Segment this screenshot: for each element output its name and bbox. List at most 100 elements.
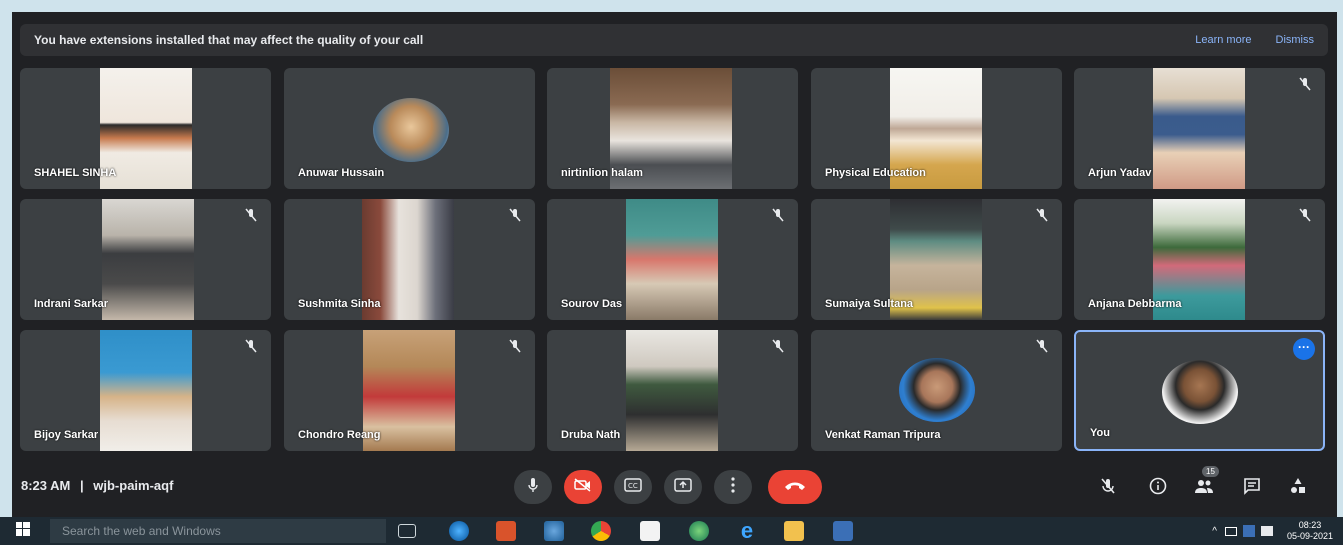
participant-name: Physical Education (825, 167, 926, 179)
participant-name: SHAHEL SINHA (34, 167, 117, 179)
participant-tile[interactable]: Druba Nath (547, 330, 798, 451)
mic-off-icon (1034, 207, 1050, 223)
mute-all-button[interactable] (1094, 474, 1122, 502)
participant-tile[interactable]: Arjun Yadav (1074, 68, 1325, 189)
meeting-details: 8:23 AM | wjb-paim-aqf (21, 478, 173, 493)
chrome-icon[interactable] (591, 521, 611, 541)
battery-icon[interactable] (1224, 526, 1237, 536)
more-options-icon[interactable]: ··· (1293, 338, 1315, 360)
start-button[interactable] (0, 517, 46, 545)
participant-tile[interactable]: Venkat Raman Tripura (811, 330, 1062, 451)
participant-avatar (373, 98, 449, 162)
activities-button[interactable] (1284, 474, 1312, 502)
participant-tile[interactable]: Sumaiya Sultana (811, 199, 1062, 320)
meeting-code: wjb-paim-aqf (93, 478, 174, 493)
mic-off-icon (507, 207, 523, 223)
mic-off-icon (1099, 477, 1117, 500)
file-explorer-icon[interactable] (784, 521, 804, 541)
clock-date: 05-09-2021 (1286, 531, 1333, 541)
app-icon[interactable] (449, 521, 469, 541)
system-tray: ^ 08:23 05-09-2021 (1212, 517, 1343, 545)
more-options-button[interactable] (714, 470, 752, 504)
dismiss-link[interactable]: Dismiss (1276, 34, 1315, 46)
participant-name: Anuwar Hussain (298, 167, 385, 179)
mic-off-icon (770, 207, 786, 223)
self-avatar (1162, 360, 1238, 424)
people-button[interactable]: 15 (1190, 466, 1219, 502)
screen: You have extensions installed that may a… (0, 0, 1343, 545)
participant-tile[interactable]: Chondro Reang (284, 330, 535, 451)
microphone-button[interactable] (514, 470, 552, 504)
meeting-separator: | (80, 478, 84, 493)
participant-name: Sourov Das (561, 298, 623, 310)
participant-name: Arjun Yadav (1088, 167, 1152, 179)
participant-name: Chondro Reang (298, 429, 381, 441)
taskbar-app-icon[interactable] (833, 521, 853, 541)
participant-video (100, 330, 192, 451)
learn-more-link[interactable]: Learn more (1195, 34, 1251, 46)
mic-off-icon (770, 338, 786, 354)
chevron-up-icon[interactable]: ^ (1212, 526, 1217, 537)
end-call-icon (784, 478, 806, 496)
present-button[interactable] (664, 470, 702, 504)
self-name: You (1090, 427, 1110, 439)
vertical-dots-icon (731, 476, 735, 498)
edge-icon[interactable]: e (737, 520, 757, 542)
participant-name: Indrani Sarkar (34, 298, 108, 310)
clock-time: 08:23 (1298, 520, 1322, 530)
participant-tile[interactable]: Sourov Das (547, 199, 798, 320)
mic-off-icon (243, 338, 259, 354)
captions-icon: CC (624, 477, 642, 497)
participant-video (626, 199, 718, 320)
participant-tile[interactable]: Sushmita Sinha (284, 199, 535, 320)
info-icon (1149, 477, 1167, 500)
store-icon[interactable] (640, 521, 660, 541)
present-screen-icon (674, 477, 692, 497)
notification-icon[interactable] (1260, 526, 1273, 536)
windows-logo-icon (16, 521, 30, 541)
participant-tile[interactable]: nirtinlion halam (547, 68, 798, 189)
participant-name: Anjana Debbarma (1088, 298, 1182, 310)
participant-name: Bijoy Sarkar (34, 429, 99, 441)
mic-off-icon (243, 207, 259, 223)
search-app-icon[interactable] (544, 521, 564, 541)
leave-call-button[interactable] (768, 470, 822, 504)
network-icon[interactable] (1242, 525, 1255, 537)
chat-button[interactable] (1238, 474, 1266, 502)
mic-off-icon (1034, 338, 1050, 354)
extensions-banner: You have extensions installed that may a… (20, 24, 1328, 56)
meeting-details-button[interactable] (1144, 474, 1172, 502)
control-bar: 8:23 AM | wjb-paim-aqf CC 15 (12, 464, 1337, 516)
camera-off-button[interactable] (564, 470, 602, 504)
participant-tile[interactable]: Bijoy Sarkar (20, 330, 271, 451)
participant-name: Venkat Raman Tripura (825, 429, 941, 441)
taskbar-search[interactable]: Search the web and Windows (50, 519, 386, 543)
meet-window: You have extensions installed that may a… (12, 12, 1337, 517)
participant-tile[interactable]: SHAHEL SINHA (20, 68, 271, 189)
mic-off-icon (507, 338, 523, 354)
media-player-icon[interactable] (689, 521, 709, 541)
svg-text:CC: CC (628, 482, 638, 490)
participant-avatar (899, 358, 975, 422)
powerpoint-icon[interactable] (496, 521, 516, 541)
people-icon (1194, 478, 1214, 499)
meeting-time: 8:23 AM (21, 478, 71, 493)
participant-tile[interactable]: Physical Education (811, 68, 1062, 189)
mic-off-icon (1297, 207, 1313, 223)
people-count-badge: 15 (1202, 466, 1219, 477)
participant-name: nirtinlion halam (561, 167, 643, 179)
participant-tile[interactable]: Anuwar Hussain (284, 68, 535, 189)
banner-message: You have extensions installed that may a… (34, 33, 424, 47)
captions-button[interactable]: CC (614, 470, 652, 504)
task-view-icon[interactable] (398, 524, 416, 538)
participant-name: Druba Nath (561, 429, 621, 441)
camera-off-icon (574, 477, 592, 497)
participant-tile[interactable]: Anjana Debbarma (1074, 199, 1325, 320)
participant-video (1153, 68, 1245, 189)
participant-tile[interactable]: Indrani Sarkar (20, 199, 271, 320)
participant-video (102, 199, 194, 320)
self-tile[interactable]: ··· You (1074, 330, 1325, 451)
participant-name: Sushmita Sinha (298, 298, 381, 310)
windows-taskbar: Search the web and Windows e ^ 08:23 05-… (0, 517, 1343, 545)
taskbar-clock[interactable]: 08:23 05-09-2021 (1287, 520, 1333, 542)
